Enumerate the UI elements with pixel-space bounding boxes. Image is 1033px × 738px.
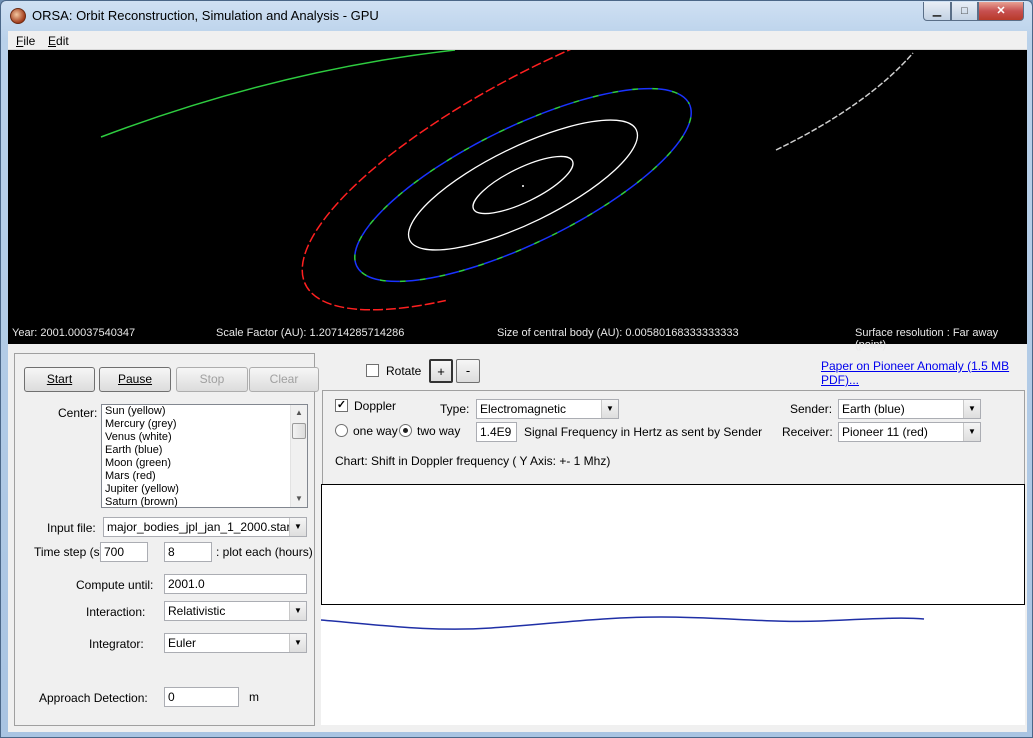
minimize-button[interactable]: ▁ [923, 2, 951, 21]
doppler-checkbox[interactable]: ✓ [335, 399, 348, 412]
input-file-value: major_bodies_jpl_jan_1_2000.start [107, 520, 294, 534]
doppler-chart-area [321, 484, 1025, 605]
compute-until-label: Compute until: [76, 578, 154, 592]
status-surface-resolution: Surface resolution : Far away (point) [855, 327, 999, 351]
zoom-in-button[interactable]: + [429, 359, 453, 383]
receiver-value: Pioneer 11 (red) [842, 425, 928, 439]
menu-edit[interactable]: Edit [48, 34, 69, 48]
clear-button[interactable]: Clear [249, 367, 319, 392]
center-item-mercury[interactable]: Mercury (grey) [102, 418, 307, 431]
chevron-down-icon[interactable]: ▼ [963, 400, 980, 418]
center-item-jupiter[interactable]: Jupiter (yellow) [102, 483, 307, 496]
simulation-controls-panel: Start Pause Stop Clear Center: Sun (yell… [14, 353, 319, 726]
status-scale-factor: Scale Factor (AU): 1.20714285714286 [216, 327, 405, 339]
status-central-body-size: Size of central body (AU): 0.00580168333… [497, 327, 739, 339]
rotate-checkbox[interactable] [366, 364, 379, 377]
approach-detection-input[interactable]: 0 [164, 687, 239, 707]
center-item-mars[interactable]: Mars (red) [102, 470, 307, 483]
receiver-select[interactable]: Pioneer 11 (red) ▼ [838, 422, 981, 442]
type-label: Type: [440, 402, 470, 416]
chevron-down-icon[interactable]: ▼ [289, 518, 306, 536]
two-way-radio[interactable] [399, 424, 412, 437]
title-bar[interactable]: ORSA: Orbit Reconstruction, Simulation a… [1, 1, 1032, 31]
maximize-button[interactable]: □ [951, 2, 978, 21]
frequency-input[interactable]: 1.4E9 [476, 422, 517, 442]
status-year: Year: 2001.00037540347 [12, 327, 136, 339]
menu-file[interactable]: File [16, 34, 35, 48]
start-button-label: Start [46, 372, 73, 386]
center-listbox[interactable]: Sun (yellow) Mercury (grey) Venus (white… [101, 404, 308, 508]
stop-button[interactable]: Stop [176, 367, 248, 392]
center-item-moon[interactable]: Moon (green) [102, 457, 307, 470]
plot-each-label: : plot each (hours) [216, 545, 313, 559]
sender-value: Earth (blue) [842, 402, 905, 416]
app-logo-icon [10, 8, 26, 24]
pause-button-label: Pause [117, 372, 153, 386]
approach-unit-label: m [249, 690, 259, 704]
approach-detection-label: Approach Detection: [39, 691, 148, 705]
menu-bar: File Edit [8, 31, 1027, 50]
sender-label: Sender: [790, 402, 833, 416]
input-file-select[interactable]: major_bodies_jpl_jan_1_2000.start ▼ [103, 517, 307, 537]
doppler-shift-curve [320, 616, 925, 630]
window-title: ORSA: Orbit Reconstruction, Simulation a… [32, 8, 379, 23]
scroll-down-icon[interactable]: ▼ [291, 491, 307, 507]
integrator-value: Euler [168, 636, 197, 650]
one-way-label: one way [353, 424, 398, 438]
chart-caption: Chart: Shift in Doppler frequency ( Y Ax… [335, 454, 611, 468]
zoom-out-button[interactable]: - [456, 359, 480, 383]
orbit-plot [100, 50, 914, 311]
time-step-label: Time step (s): [34, 545, 107, 559]
frequency-label: Signal Frequency in Hertz as sent by Sen… [524, 425, 763, 439]
scroll-thumb[interactable] [292, 423, 306, 439]
integrator-select[interactable]: Euler ▼ [164, 633, 307, 653]
two-way-label: two way [417, 424, 461, 438]
plot-each-input[interactable]: 8 [164, 542, 212, 562]
center-item-earth[interactable]: Earth (blue) [102, 444, 307, 457]
interaction-select[interactable]: Relativistic ▼ [164, 601, 307, 621]
rotate-label: Rotate [386, 364, 422, 378]
center-label: Center: [58, 406, 98, 420]
interaction-value: Relativistic [168, 604, 226, 618]
pioneer-paper-link[interactable]: Paper on Pioneer Anomaly (1.5 MB PDF)... [821, 359, 1027, 387]
chevron-down-icon[interactable]: ▼ [601, 400, 618, 418]
orbit-red [301, 50, 712, 311]
center-item-sun[interactable]: Sun (yellow) [102, 405, 307, 418]
time-step-input[interactable]: 700 [100, 542, 148, 562]
input-file-label: Input file: [47, 521, 96, 535]
center-item-saturn[interactable]: Saturn (brown) [102, 496, 307, 507]
center-item-venus[interactable]: Venus (white) [102, 431, 307, 444]
pause-button[interactable]: Pause [99, 367, 171, 392]
doppler-shift-plot [320, 616, 925, 630]
type-select[interactable]: Electromagnetic ▼ [476, 399, 619, 419]
chevron-down-icon[interactable]: ▼ [289, 602, 306, 620]
type-value: Electromagnetic [480, 402, 567, 416]
center-list-scrollbar[interactable]: ▲ ▼ [290, 405, 307, 507]
chevron-down-icon[interactable]: ▼ [963, 423, 980, 441]
central-body [522, 185, 524, 187]
close-button[interactable]: ✕ [978, 2, 1024, 21]
app-window: ORSA: Orbit Reconstruction, Simulation a… [0, 0, 1033, 738]
scroll-up-icon[interactable]: ▲ [291, 405, 307, 421]
integrator-label: Integrator: [89, 637, 144, 651]
receiver-label: Receiver: [782, 425, 833, 439]
doppler-panel: Rotate + - Paper on Pioneer Anomaly (1.5… [320, 350, 1027, 728]
doppler-label: Doppler [354, 399, 397, 413]
sender-select[interactable]: Earth (blue) ▼ [838, 399, 981, 419]
interaction-label: Interaction: [86, 605, 146, 619]
one-way-radio[interactable] [335, 424, 348, 437]
doppler-plot-strip [320, 605, 1025, 725]
orbit-green-outer [100, 50, 456, 138]
main-client-area: Year: 2001.00037540347 Scale Factor (AU)… [8, 50, 1027, 732]
start-button[interactable]: Start [24, 367, 95, 392]
chevron-down-icon[interactable]: ▼ [289, 634, 306, 652]
orbit-simulation-view[interactable]: Year: 2001.00037540347 Scale Factor (AU)… [8, 50, 1027, 351]
orbit-grey-outer [775, 52, 914, 151]
compute-until-input[interactable]: 2001.0 [164, 574, 307, 594]
